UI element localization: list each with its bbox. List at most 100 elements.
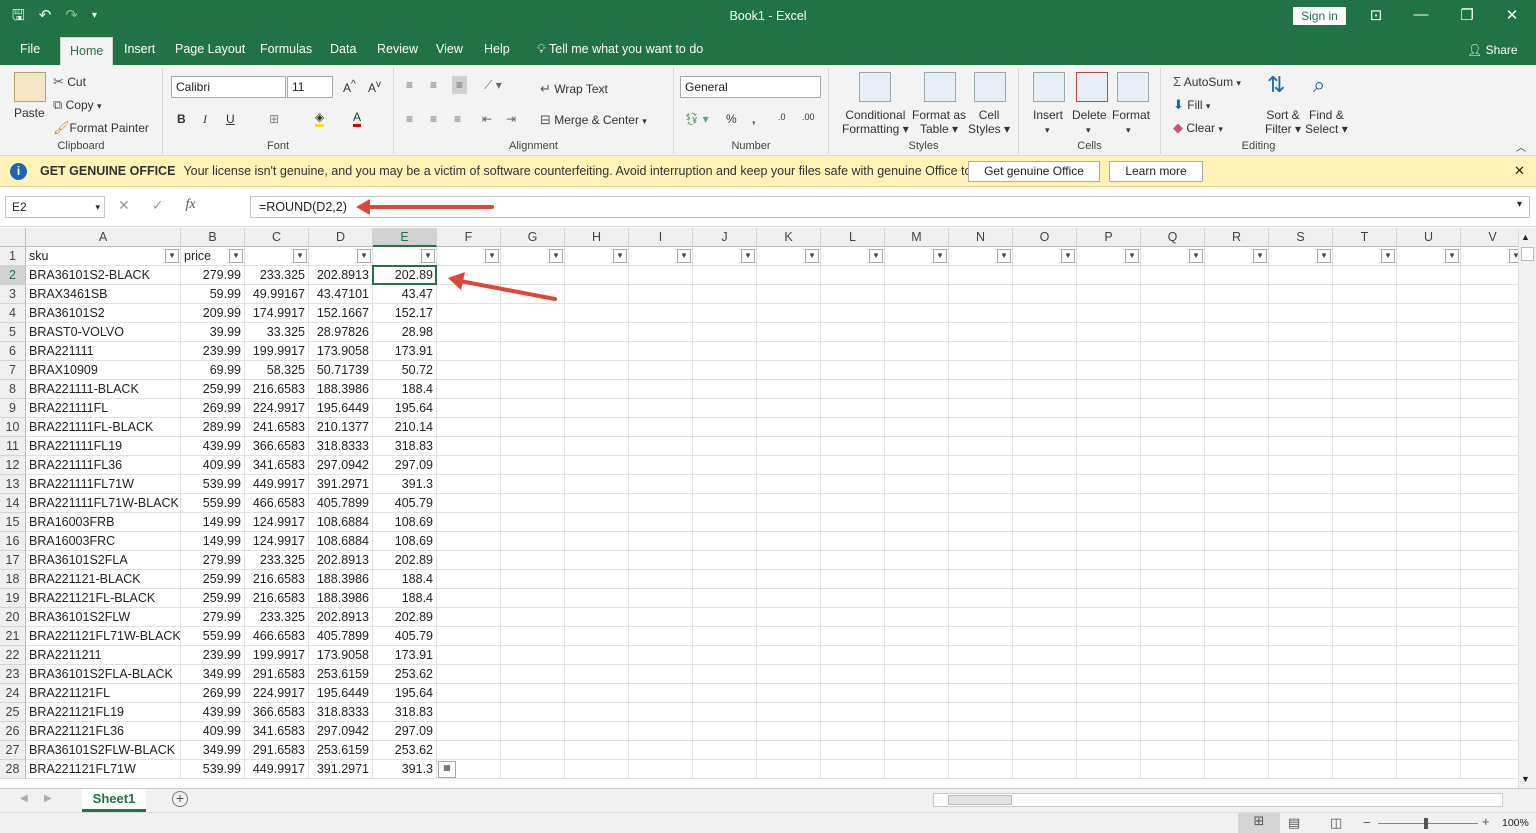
grid-cell[interactable] [885,627,949,646]
grid-cell[interactable] [1333,570,1397,589]
next-sheet-icon[interactable]: ▶ [44,793,52,804]
grid-cell[interactable]: 188.3986 [309,570,373,589]
row-header[interactable]: 8 [0,380,26,399]
grid-cell[interactable] [437,646,501,665]
grid-cell[interactable] [885,304,949,323]
grid-cell[interactable] [1397,456,1461,475]
column-header-q[interactable]: Q [1141,228,1205,247]
grid-cell[interactable] [565,513,629,532]
grid-cell[interactable] [565,399,629,418]
column-header-e[interactable]: E [373,228,437,247]
row-header[interactable]: 4 [0,304,26,323]
grid-cell[interactable] [757,665,821,684]
grid-cell[interactable] [821,589,885,608]
filter-dropdown-button[interactable]: ▼ [741,249,755,263]
grid-cell[interactable] [1205,551,1269,570]
grid-cell[interactable]: BRA16003FRC [26,532,181,551]
grid-cell[interactable] [757,627,821,646]
column-header-l[interactable]: L [821,228,885,247]
grid-cell[interactable] [821,285,885,304]
grid-cell[interactable] [565,494,629,513]
zoom-slider[interactable] [1378,823,1478,824]
grid-cell[interactable] [1333,456,1397,475]
decrease-decimal-icon[interactable]: .00 [802,112,815,122]
grid-cell[interactable] [1077,703,1141,722]
grid-cell[interactable] [949,342,1013,361]
grid-cell[interactable] [1397,570,1461,589]
grid-cell[interactable] [1077,513,1141,532]
grid-cell[interactable] [693,380,757,399]
grid-cell[interactable] [757,570,821,589]
grid-cell[interactable]: BRA221121FL [26,684,181,703]
grid-cell[interactable] [565,475,629,494]
grid-cell[interactable] [565,380,629,399]
worksheet-grid[interactable]: A B C D E F G H I J K L M N O P Q R S T U V 1 sku ▼ price ▼ ▼ ▼ ▼ ▼ ▼ ▼ ▼… [0,228,1518,788]
grid-cell[interactable] [757,399,821,418]
grid-cell[interactable] [885,608,949,627]
filter-dropdown-button[interactable]: ▼ [229,249,243,263]
column-header-o[interactable]: O [1013,228,1077,247]
grid-cell[interactable]: BRA36101S2-BLACK [26,266,181,285]
merge-center-button[interactable]: ⊟ Merge & Center ▾ [540,112,647,128]
grid-cell[interactable] [1397,551,1461,570]
grid-cell[interactable] [1077,323,1141,342]
grid-cell[interactable] [757,513,821,532]
delete-cells-button[interactable]: Delete ▾ [1072,108,1107,136]
grid-cell[interactable]: 149.99 [181,532,245,551]
grid-cell[interactable] [821,380,885,399]
grid-cell[interactable] [1269,684,1333,703]
grid-cell[interactable] [1013,722,1077,741]
filter-dropdown-button[interactable]: ▼ [1317,249,1331,263]
grid-cell[interactable] [693,361,757,380]
cut-button[interactable]: ✂ Cut [53,74,86,90]
grid-cell[interactable] [1397,589,1461,608]
grid-cell[interactable] [885,475,949,494]
grid-cell[interactable] [565,646,629,665]
grid-cell[interactable]: 108.69 [373,532,437,551]
grid-cell[interactable]: 318.83 [373,437,437,456]
grid-cell[interactable] [949,399,1013,418]
grid-cell[interactable]: BRA36101S2FLA-BLACK [26,665,181,684]
borders-icon[interactable]: ⊞ [269,112,279,126]
grid-cell[interactable] [565,665,629,684]
grid-cell[interactable] [501,342,565,361]
grid-cell[interactable] [1205,608,1269,627]
grid-cell[interactable] [1013,665,1077,684]
grid-cell[interactable] [1077,304,1141,323]
grid-cell[interactable]: 391.3 [373,475,437,494]
grid-cell[interactable]: 152.17 [373,304,437,323]
grid-cell[interactable] [565,608,629,627]
grid-cell[interactable]: 216.6583 [245,589,309,608]
filter-dropdown-button[interactable]: ▼ [421,249,435,263]
grid-cell[interactable] [949,437,1013,456]
grid-cell[interactable]: 202.8913 [309,266,373,285]
wrap-text-button[interactable]: ↵ Wrap Text [540,81,608,97]
grid-cell[interactable] [629,475,693,494]
grid-cell[interactable] [949,627,1013,646]
grid-cell[interactable]: 188.3986 [309,380,373,399]
grid-cell[interactable] [757,418,821,437]
grid-cell[interactable] [437,703,501,722]
grid-cell[interactable] [1333,323,1397,342]
grid-cell[interactable]: BRA36101S2FLA [26,551,181,570]
grid-cell[interactable] [1205,646,1269,665]
grid-cell[interactable]: 216.6583 [245,380,309,399]
grid-cell[interactable] [1269,722,1333,741]
grid-cell[interactable] [501,418,565,437]
grid-cell[interactable] [1461,703,1518,722]
grid-cell[interactable]: BRA221111FL71W [26,475,181,494]
grid-cell[interactable] [1013,266,1077,285]
grid-cell[interactable] [1141,437,1205,456]
grid-cell[interactable] [1077,532,1141,551]
row-header[interactable]: 22 [0,646,26,665]
row-header[interactable]: 25 [0,703,26,722]
grid-cell[interactable] [757,380,821,399]
column-header-p[interactable]: P [1077,228,1141,247]
grid-cell[interactable]: 188.3986 [309,589,373,608]
grid-cell[interactable] [1461,513,1518,532]
grid-cell[interactable] [885,684,949,703]
grid-cell[interactable]: 289.99 [181,418,245,437]
grid-cell[interactable] [693,570,757,589]
grid-cell[interactable] [1269,304,1333,323]
grid-cell[interactable] [757,342,821,361]
